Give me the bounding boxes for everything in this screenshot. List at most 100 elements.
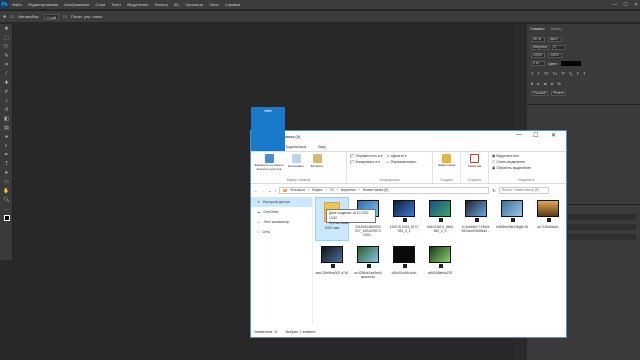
fraction-icon[interactable]: ½ [557, 81, 560, 86]
file-item[interactable]: 151078 1094_8172 934_3_2 [387, 197, 421, 241]
recent-chevron-icon[interactable]: ⌄ [268, 188, 271, 193]
autoselect-target-select[interactable]: Слой [43, 13, 60, 20]
gradient-tool-icon[interactable]: ▤ [2, 124, 11, 132]
file-item[interactable]: c56c15cd5c1ecd [387, 243, 421, 287]
menu-filter[interactable]: Фильтр [152, 2, 171, 7]
antialias-select[interactable]: Резкое [551, 90, 567, 96]
tracking-field[interactable]: 0 [551, 44, 566, 50]
breadcrumb-item[interactable]: Видео [312, 188, 322, 192]
copy-to-button[interactable]: 📁︎ Копировать в ▾ [350, 159, 382, 165]
file-item[interactable]: b1ed0e8e7719d0e 2824ec9260b5a4 ... [459, 197, 493, 241]
underline-icon[interactable]: T [577, 71, 579, 76]
menu-select[interactable]: Выделение [124, 2, 151, 7]
hand-tool-icon[interactable]: ✋ [2, 187, 11, 195]
copy-button[interactable]: Копировать [287, 153, 305, 171]
file-item[interactable]: ace126ef6ea002 a7b2 [315, 243, 349, 287]
more-tools-icon[interactable]: … [2, 205, 11, 213]
dodge-tool-icon[interactable]: ◐ [2, 142, 11, 150]
type-tool-icon[interactable]: T [2, 160, 11, 168]
breadcrumb-item[interactable]: Картинки [341, 188, 356, 192]
breadcrumb-item[interactable]: Фотошоп [290, 188, 305, 192]
menu-help[interactable]: Справка [222, 2, 244, 7]
shape-tool-icon[interactable]: ▭ [2, 178, 11, 186]
menu-image[interactable]: Изображение [61, 2, 92, 7]
breadcrumb-item[interactable]: 74 [330, 188, 334, 192]
pin-button[interactable]: Закрепить на панели быстрого доступа [254, 153, 284, 171]
kerning-field[interactable]: Метрики [531, 44, 549, 50]
small-caps-icon[interactable]: Tт [553, 71, 557, 76]
back-arrow-icon[interactable]: ← [254, 188, 258, 193]
file-item[interactable]: e4f06ee06e248gfb 45 [495, 197, 529, 241]
rename-button[interactable]: ▭ Переименовать [386, 159, 416, 165]
superscript-icon[interactable]: T¹ [561, 71, 565, 76]
quick-select-tool-icon[interactable]: ✎ [2, 52, 11, 60]
all-caps-icon[interactable]: TT [544, 71, 549, 76]
menu-edit[interactable]: Редактирование [25, 2, 61, 7]
swash-icon[interactable]: st [544, 81, 547, 86]
path-select-tool-icon[interactable]: ➤ [2, 169, 11, 177]
crop-tool-icon[interactable]: ⌗ [2, 61, 11, 69]
language-select[interactable]: Русский [531, 90, 548, 96]
breadcrumb-item[interactable]: Новая папка (5) [363, 188, 389, 192]
menu-type[interactable]: Текст [108, 2, 124, 7]
ligature-icon[interactable]: fi [531, 81, 533, 86]
address-bar[interactable]: Фотошоп › Видео › 74 › Картинки › Новая папк… [279, 186, 490, 194]
move-tool-icon[interactable]: ✥ [2, 25, 11, 33]
up-arrow-icon[interactable]: ↑ [274, 188, 276, 193]
eraser-tool-icon[interactable]: ◧ [2, 115, 11, 123]
history-brush-tool-icon[interactable]: ↺ [2, 106, 11, 114]
marquee-tool-icon[interactable]: ⬚ [2, 34, 11, 42]
file-item[interactable]: cdf6305ae6a233 [423, 243, 457, 287]
menu-view[interactable]: Просмотр [182, 2, 206, 7]
paste-button[interactable]: Вставить [308, 153, 326, 171]
explorer-minimize-button[interactable]: — [516, 132, 522, 138]
oldstyle-icon[interactable]: ơ [537, 81, 540, 86]
menu-layers[interactable]: Слои [93, 2, 109, 7]
new-folder-button[interactable]: Новая папка [436, 154, 457, 168]
file-item[interactable]: ac4255ce1ae5ee6 aeacbc4d [351, 243, 385, 287]
pen-tool-icon[interactable]: ✒ [2, 151, 11, 159]
menu-3d[interactable]: 3D [171, 2, 182, 7]
baseline-field[interactable]: 0 пт [531, 60, 545, 66]
horizontal-scale-field[interactable]: 100% [548, 52, 562, 58]
eyedropper-tool-icon[interactable]: ⁄ [2, 70, 11, 78]
menu-file[interactable]: Файл [9, 2, 25, 7]
invert-selection-button[interactable]: ▣ Обратить выделение [492, 165, 561, 171]
faux-italic-icon[interactable]: T [537, 71, 539, 76]
tab-character[interactable]: Символ [530, 26, 544, 31]
font-size-field[interactable]: 36 пт [531, 36, 545, 42]
brush-tool-icon[interactable]: ✐ [2, 88, 11, 96]
show-controls-checkbox[interactable]: ☐ [63, 14, 67, 19]
tab-view[interactable]: Вид [312, 143, 331, 151]
lasso-tool-icon[interactable]: ➰ [2, 43, 11, 51]
healing-tool-icon[interactable]: ✚ [2, 79, 11, 87]
nav-network[interactable]: ⌂ Сеть [251, 227, 312, 237]
search-input[interactable]: Поиск: Новая папка (5) [498, 186, 549, 194]
minimize-button[interactable]: — [612, 2, 617, 8]
explorer-maximize-button[interactable]: ☐ [533, 132, 538, 139]
ordinal-icon[interactable]: A [551, 81, 554, 86]
file-item[interactable]: ac7126d0ea2c [531, 197, 565, 241]
properties-button[interactable]: Свойства [464, 154, 485, 168]
forward-arrow-icon[interactable]: → [261, 188, 265, 193]
nav-onedrive[interactable]: ☁ OneDrive [251, 207, 312, 217]
autoselect-checkbox[interactable]: ☐ [10, 14, 14, 19]
text-color-swatch[interactable] [561, 60, 582, 66]
strikethrough-icon[interactable]: T [583, 71, 585, 76]
zoom-tool-icon[interactable]: 🔍︎ [2, 196, 11, 204]
close-button[interactable]: ✕ [634, 2, 638, 8]
blur-tool-icon[interactable]: ● [2, 133, 11, 141]
nav-this-pc[interactable]: ▭ Этот компьютер [251, 217, 312, 227]
stamp-tool-icon[interactable]: ⊥ [2, 97, 11, 105]
refresh-icon[interactable]: ↻ [492, 188, 495, 193]
subscript-icon[interactable]: T₁ [569, 71, 573, 76]
leading-field[interactable]: Авто [548, 36, 562, 42]
tab-file[interactable]: Файл [251, 107, 285, 151]
explorer-close-button[interactable]: ✕ [551, 132, 556, 139]
vertical-scale-field[interactable]: 100% [531, 52, 545, 58]
maximize-button[interactable]: ☐ [623, 2, 627, 8]
tab-paragraph[interactable]: Абзац [550, 26, 561, 31]
file-item[interactable]: 15623484 6_8661 569_2_2 [423, 197, 457, 241]
faux-bold-icon[interactable]: T [531, 71, 533, 76]
nav-quick-access[interactable]: ★ Быстрый доступ [251, 197, 312, 207]
